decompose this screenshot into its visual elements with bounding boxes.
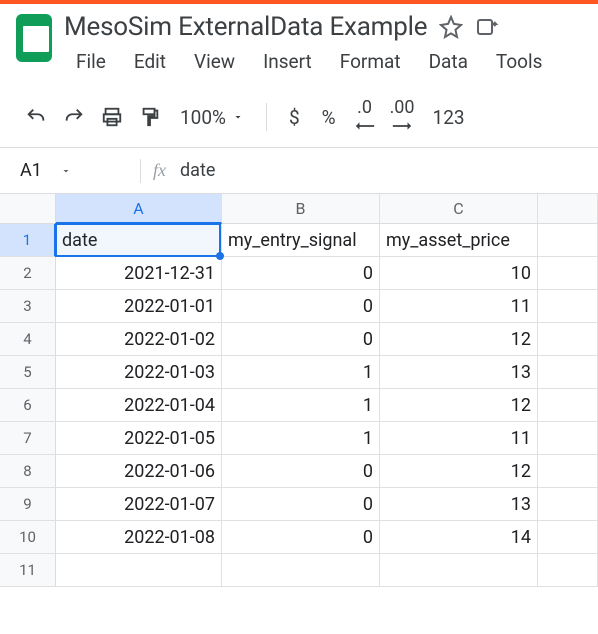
row-header[interactable]: 3 [0, 290, 56, 323]
cell[interactable] [538, 389, 598, 422]
column-headers: A B C [56, 194, 598, 224]
fill-handle[interactable] [216, 252, 224, 260]
formula-bar: A1 fx date [0, 148, 598, 194]
cell[interactable]: 1 [222, 422, 380, 455]
cell[interactable]: 0 [222, 290, 380, 323]
increase-decimal-button[interactable]: .00 [384, 99, 421, 135]
cell[interactable]: 0 [222, 257, 380, 290]
cell[interactable]: my_asset_price [380, 224, 538, 257]
print-button[interactable] [94, 99, 130, 135]
formula-input[interactable]: date [180, 160, 215, 181]
select-all-corner[interactable] [0, 194, 56, 224]
menu-bar: File Edit View Insert Format Data Tools [64, 46, 584, 77]
col-header-b[interactable]: B [222, 194, 380, 224]
cell[interactable]: my_entry_signal [222, 224, 380, 257]
format-currency-button[interactable]: $ [279, 106, 310, 129]
menu-data[interactable]: Data [417, 46, 480, 77]
row-header[interactable]: 8 [0, 455, 56, 488]
sheets-logo[interactable] [14, 12, 54, 64]
cell[interactable]: 11 [380, 290, 538, 323]
app-header: MesoSim ExternalData Example File Edit V… [0, 4, 598, 77]
cell[interactable] [56, 554, 222, 587]
paint-format-button[interactable] [132, 99, 168, 135]
menu-view[interactable]: View [182, 46, 247, 77]
document-title[interactable]: MesoSim ExternalData Example [64, 12, 427, 42]
cell[interactable] [538, 323, 598, 356]
cell[interactable]: 1 [222, 356, 380, 389]
fx-icon: fx [153, 160, 166, 181]
cell[interactable]: 0 [222, 455, 380, 488]
row-header[interactable]: 9 [0, 488, 56, 521]
cell[interactable]: 2022-01-04 [56, 389, 222, 422]
star-icon[interactable] [439, 15, 463, 39]
menu-tools[interactable]: Tools [484, 46, 555, 77]
cell[interactable]: 2022-01-06 [56, 455, 222, 488]
cell[interactable]: 13 [380, 488, 538, 521]
cell[interactable] [222, 554, 380, 587]
cell[interactable]: 1 [222, 389, 380, 422]
cell[interactable]: 2022-01-01 [56, 290, 222, 323]
cell[interactable]: 14 [380, 521, 538, 554]
redo-button[interactable] [56, 99, 92, 135]
menu-insert[interactable]: Insert [251, 46, 324, 77]
cell[interactable] [538, 356, 598, 389]
cell[interactable] [538, 290, 598, 323]
cell[interactable]: 2022-01-07 [56, 488, 222, 521]
cell[interactable]: 2022-01-08 [56, 521, 222, 554]
cell[interactable]: 12 [380, 323, 538, 356]
format-percent-button[interactable]: % [312, 106, 346, 129]
toolbar: 100% $ % .0 .00 123 [0, 89, 598, 145]
cell[interactable]: 2021-12-31 [56, 257, 222, 290]
cell[interactable]: date [56, 224, 222, 257]
row-header[interactable]: 5 [0, 356, 56, 389]
decrease-decimal-button[interactable]: .0 [348, 99, 382, 135]
chevron-down-icon [232, 111, 244, 123]
cell[interactable] [538, 554, 598, 587]
name-box-value: A1 [20, 160, 42, 181]
menu-edit[interactable]: Edit [122, 46, 178, 77]
col-header-c[interactable]: C [380, 194, 538, 224]
cell[interactable] [538, 422, 598, 455]
name-box[interactable]: A1 [10, 156, 128, 185]
chevron-down-icon [60, 165, 72, 177]
row-header[interactable]: 11 [0, 554, 56, 587]
row-header[interactable]: 4 [0, 323, 56, 356]
cell[interactable]: 12 [380, 389, 538, 422]
zoom-value: 100% [180, 106, 226, 129]
menu-file[interactable]: File [64, 46, 118, 77]
format-123-button[interactable]: 123 [423, 106, 475, 129]
cell[interactable]: 0 [222, 488, 380, 521]
row-header[interactable]: 2 [0, 257, 56, 290]
move-icon[interactable] [475, 15, 499, 39]
col-header-a[interactable]: A [56, 194, 222, 224]
cell[interactable]: 0 [222, 521, 380, 554]
formula-separator [140, 159, 141, 183]
row-header[interactable]: 6 [0, 389, 56, 422]
spreadsheet: A B C 1 2 3 4 5 6 7 8 9 10 11 date my_en… [0, 194, 598, 587]
cell[interactable] [538, 257, 598, 290]
menu-format[interactable]: Format [328, 46, 413, 77]
cell[interactable] [538, 455, 598, 488]
cell[interactable]: 12 [380, 455, 538, 488]
cell[interactable] [538, 224, 598, 257]
cell[interactable]: 2022-01-02 [56, 323, 222, 356]
cell[interactable]: 13 [380, 356, 538, 389]
cell[interactable] [538, 488, 598, 521]
cell[interactable] [538, 521, 598, 554]
undo-button[interactable] [18, 99, 54, 135]
cell[interactable]: 10 [380, 257, 538, 290]
cell[interactable]: 0 [222, 323, 380, 356]
cell[interactable]: 2022-01-03 [56, 356, 222, 389]
cell-grid[interactable]: date my_entry_signal my_asset_price 2021… [56, 224, 598, 587]
toolbar-separator [266, 103, 267, 131]
cell[interactable]: 11 [380, 422, 538, 455]
cell[interactable] [380, 554, 538, 587]
row-header[interactable]: 1 [0, 224, 56, 257]
row-header[interactable]: 7 [0, 422, 56, 455]
zoom-selector[interactable]: 100% [170, 106, 254, 129]
col-header-d[interactable] [538, 194, 598, 224]
cell[interactable]: 2022-01-05 [56, 422, 222, 455]
row-header[interactable]: 10 [0, 521, 56, 554]
row-headers: 1 2 3 4 5 6 7 8 9 10 11 [0, 224, 56, 587]
